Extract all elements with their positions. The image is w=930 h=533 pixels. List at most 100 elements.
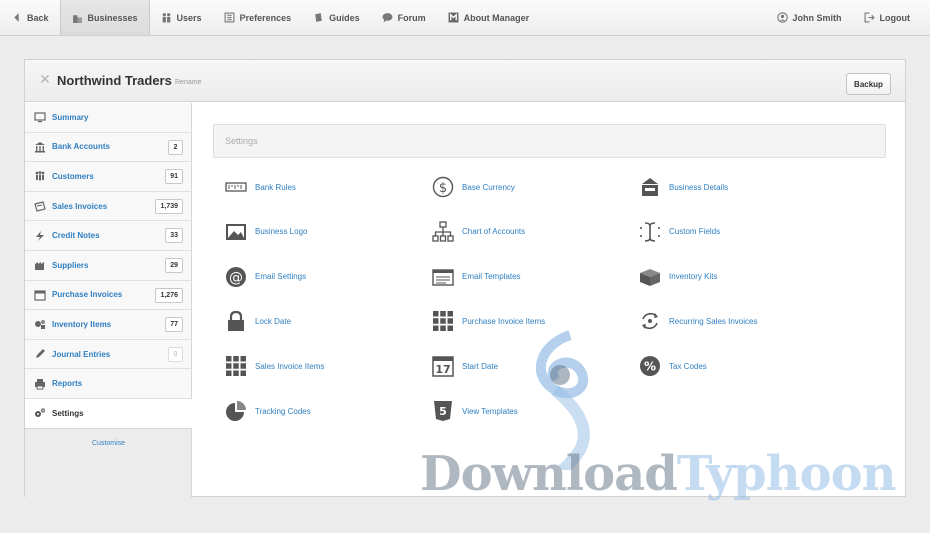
sidebar-item-summary[interactable]: Summary xyxy=(25,103,192,133)
setting-email-templates[interactable]: Email Templates xyxy=(432,266,521,288)
sidebar-item-label: Journal Entries xyxy=(52,349,111,359)
setting-label: Bank Rules xyxy=(255,182,296,192)
setting-lock-date[interactable]: Lock Date xyxy=(225,310,291,332)
user-menu[interactable]: John Smith xyxy=(766,0,853,35)
back-button[interactable]: Back xyxy=(0,0,60,35)
count-badge: 0 xyxy=(168,346,183,362)
calendar-icon xyxy=(34,289,46,301)
setting-business-details[interactable]: Business Details xyxy=(639,176,728,198)
sidebar-item-label: Bank Accounts xyxy=(52,142,110,152)
setting-tracking-codes[interactable]: Tracking Codes xyxy=(225,400,311,422)
users-label: Users xyxy=(176,12,202,23)
sidebar-item-reports[interactable]: Reports xyxy=(25,369,192,399)
nav-users[interactable]: Users xyxy=(150,0,213,35)
bolt-icon xyxy=(34,230,46,242)
setting-custom-fields[interactable]: Custom Fields xyxy=(639,221,720,243)
setting-purchase-invoice-items[interactable]: Purchase Invoice Items xyxy=(432,310,545,332)
count-badge: 1,276 xyxy=(155,287,183,303)
people-icon xyxy=(34,170,46,182)
setting-label: Lock Date xyxy=(255,316,292,326)
sidebar-item-label: Settings xyxy=(52,408,84,418)
manager-logo-icon xyxy=(448,12,459,23)
sidebar-item-label: Customers xyxy=(52,171,94,181)
gears-icon xyxy=(34,407,46,419)
sidebar-item-label: Summary xyxy=(52,112,89,122)
backup-button[interactable]: Backup xyxy=(846,73,891,95)
at-sign-icon: @ xyxy=(225,266,247,288)
count-badge: 91 xyxy=(165,169,183,185)
user-icon xyxy=(776,12,788,23)
logout-label: Logout xyxy=(879,12,911,23)
businesses-label: Businesses xyxy=(87,12,138,23)
nav-about-manager[interactable]: About Manager xyxy=(437,0,541,35)
user-name: John Smith xyxy=(792,12,842,23)
logout-button[interactable]: Logout xyxy=(853,0,930,35)
nav-guides[interactable]: Guides xyxy=(302,0,371,35)
setting-base-currency[interactable]: $ Base Currency xyxy=(432,176,515,198)
close-icon[interactable]: ✕ xyxy=(39,72,51,86)
about-label: About Manager xyxy=(463,12,530,23)
grid-icon xyxy=(432,310,454,332)
sidebar-item-sales-invoices[interactable]: Sales Invoices 1,739 xyxy=(25,191,192,222)
logout-icon xyxy=(864,12,875,23)
book-icon xyxy=(313,12,324,23)
setting-start-date[interactable]: 17 Start Date xyxy=(432,355,498,377)
setting-label: Email Templates xyxy=(462,272,521,282)
settings-grid: Bank Rules $ Base Currency Business Details… xyxy=(225,176,885,446)
setting-label: View Templates xyxy=(462,406,518,416)
sidebar-item-label: Reports xyxy=(52,379,83,389)
setting-tax-codes[interactable]: % Tax Codes xyxy=(639,355,707,377)
sidebar-item-suppliers[interactable]: Suppliers 29 xyxy=(25,250,192,281)
setting-view-templates[interactable]: 5 View Templates xyxy=(432,400,518,422)
rename-link[interactable]: Rename xyxy=(175,79,201,86)
sidebar-item-label: Credit Notes xyxy=(52,231,100,241)
sidebar-item-customers[interactable]: Customers 91 xyxy=(25,162,192,192)
monitor-icon xyxy=(34,111,46,123)
nav-preferences[interactable]: Preferences xyxy=(213,0,303,35)
bank-rules-icon xyxy=(225,176,247,198)
sidebar-item-inventory-items[interactable]: Inventory Items 77 xyxy=(25,310,192,340)
factory-icon xyxy=(34,259,46,271)
customise-link[interactable]: Customise xyxy=(25,440,192,447)
bank-icon xyxy=(34,141,46,153)
setting-label: Inventory Kits xyxy=(669,272,718,282)
sidebar-item-credit-notes[interactable]: Credit Notes 33 xyxy=(25,221,192,251)
setting-bank-rules[interactable]: Bank Rules xyxy=(225,176,296,198)
setting-chart-of-accounts[interactable]: Chart of Accounts xyxy=(432,221,525,243)
setting-label: Custom Fields xyxy=(669,227,721,237)
setting-recurring-sales-invoices[interactable]: Recurring Sales Invoices xyxy=(639,310,757,332)
back-arrow-icon xyxy=(11,12,22,23)
count-badge: 29 xyxy=(165,257,183,273)
sidebar: Summary Bank Accounts 2 Customers 91 Sales In… xyxy=(25,103,192,429)
users-icon xyxy=(161,12,172,23)
sidebar-item-bank-accounts[interactable]: Bank Accounts 2 xyxy=(25,132,192,163)
setting-business-logo[interactable]: Business Logo xyxy=(225,221,307,243)
sidebar-item-settings[interactable]: Settings xyxy=(25,398,192,429)
preferences-label: Preferences xyxy=(239,12,292,23)
count-badge: 2 xyxy=(168,139,183,155)
top-nav-bar: Back Businesses Users Preferences Guides… xyxy=(0,0,930,36)
sidebar-item-journal-entries[interactable]: Journal Entries 0 xyxy=(25,339,192,370)
svg-text:5: 5 xyxy=(439,405,447,418)
sidebar-item-purchase-invoices[interactable]: Purchase Invoices 1,276 xyxy=(25,280,192,311)
svg-text:%: % xyxy=(644,360,656,374)
setting-label: Tracking Codes xyxy=(255,406,311,416)
setting-sales-invoice-items[interactable]: Sales Invoice Items xyxy=(225,355,324,377)
settings-header: Settings xyxy=(213,124,886,158)
count-badge: 33 xyxy=(165,228,183,244)
setting-label: Sales Invoice Items xyxy=(255,361,325,371)
nav-forum[interactable]: Forum xyxy=(371,0,437,35)
setting-label: Tax Codes xyxy=(669,361,707,371)
guides-label: Guides xyxy=(329,12,360,23)
setting-email-settings[interactable]: @ Email Settings xyxy=(225,266,306,288)
hierarchy-icon xyxy=(432,221,454,243)
percent-icon: % xyxy=(639,355,661,377)
dollar-icon: $ xyxy=(432,176,454,198)
nav-businesses[interactable]: Businesses xyxy=(59,0,150,35)
recurring-icon xyxy=(639,310,661,332)
setting-inventory-kits[interactable]: Inventory Kits xyxy=(639,266,717,288)
preferences-icon xyxy=(224,12,235,23)
email-template-icon xyxy=(432,266,454,288)
image-icon xyxy=(225,221,247,243)
